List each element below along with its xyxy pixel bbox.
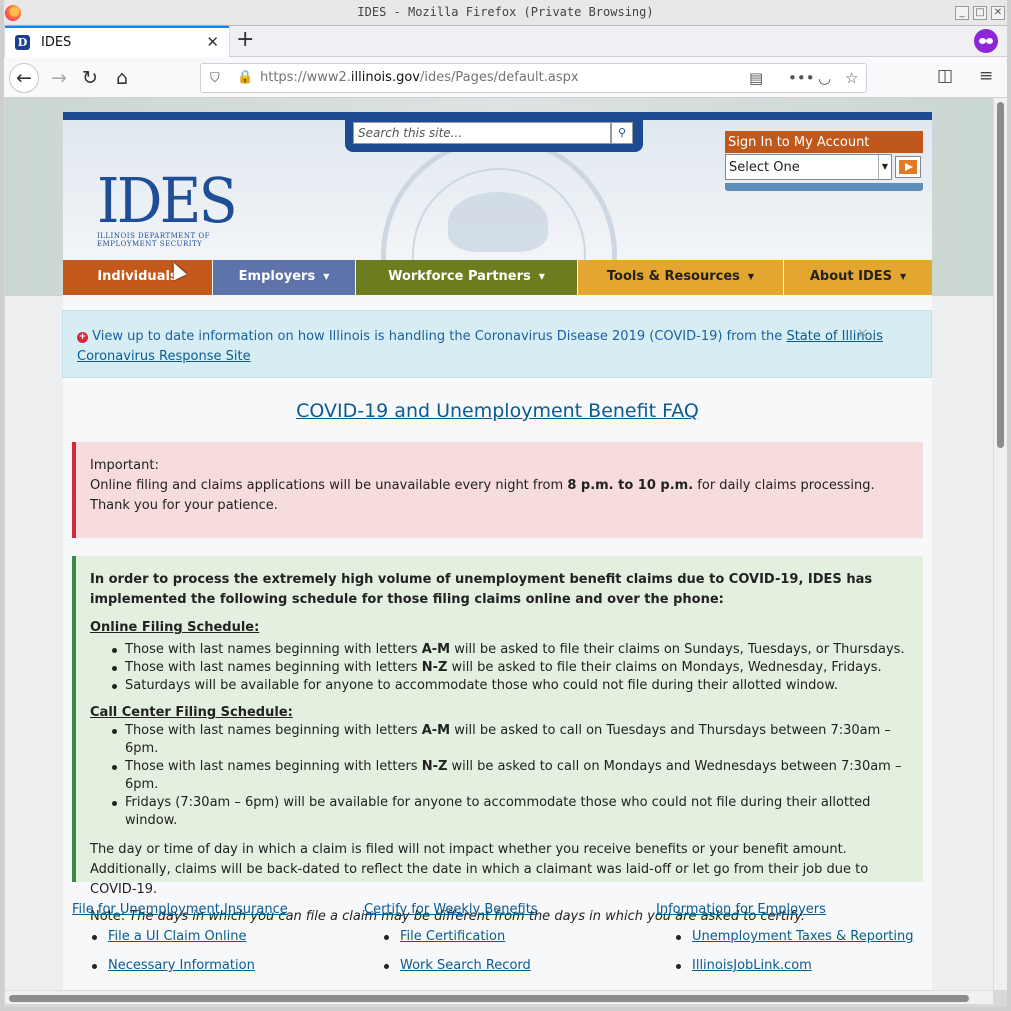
employer-information-link[interactable]: Information for Employers xyxy=(656,902,826,917)
list-item: File Certification xyxy=(384,929,644,958)
eagle-icon xyxy=(448,192,548,252)
ides-favicon-icon: D xyxy=(15,35,30,50)
faq-title-link[interactable]: COVID-19 and Unemployment Benefit FAQ xyxy=(63,400,932,422)
site-search-input[interactable]: Search this site... xyxy=(353,122,611,144)
page-actions-icon[interactable]: ••• xyxy=(788,69,815,87)
certify-weekly-benefits-link[interactable]: Certify for Weekly Benefits xyxy=(364,902,538,917)
pocket-icon[interactable]: ◡ xyxy=(818,69,831,87)
close-tab-icon[interactable]: ✕ xyxy=(206,33,219,51)
window-title: IDES - Mozilla Firefox (Private Browsing… xyxy=(357,5,654,19)
list-item: Necessary Information xyxy=(92,958,352,987)
page-viewport: Search this site... ⚲ IDES ILLINOIS DEPA… xyxy=(5,98,993,990)
list-item: Those with last names beginning with let… xyxy=(112,722,909,758)
file-certification-link[interactable]: File Certification xyxy=(400,929,505,944)
links-column-certify: Certify for Weekly Benefits File Certifi… xyxy=(364,902,644,987)
tab-strip: D IDES ✕ xyxy=(0,26,1011,57)
home-button[interactable]: ⌂ xyxy=(107,63,137,93)
list-item: Unemployment Taxes & Reporting xyxy=(676,929,936,958)
necessary-information-link[interactable]: Necessary Information xyxy=(108,958,255,973)
chevron-down-icon: ▼ xyxy=(323,272,330,281)
navigation-toolbar: ← → ↻ ⌂ ⛉ 🔒 https://www2.illinois.gov/id… xyxy=(0,57,1011,98)
chevron-down-icon: ▼ xyxy=(747,272,755,281)
chevron-down-icon: ▼ xyxy=(538,272,545,281)
window-titlebar: IDES - Mozilla Firefox (Private Browsing… xyxy=(0,0,1011,26)
filing-schedule-notice: In order to process the extremely high v… xyxy=(72,556,923,924)
online-filing-list: Those with last names beginning with let… xyxy=(112,641,909,695)
covid-alert-banner: + View up to date information on how Ill… xyxy=(62,310,932,378)
sidebar-toggle-icon[interactable]: ◫ xyxy=(937,66,953,86)
logo-subtitle-2: EMPLOYMENT SECURITY xyxy=(97,240,203,248)
minimize-window-button[interactable]: _ xyxy=(955,6,969,20)
file-ui-claim-online-link[interactable]: File a UI Claim Online xyxy=(108,929,246,944)
call-center-heading: Call Center Filing Schedule: xyxy=(90,705,293,720)
call-center-list: Those with last names beginning with let… xyxy=(112,722,909,830)
sign-in-title: Sign In to My Account xyxy=(725,131,923,153)
bookmark-star-icon[interactable]: ☆ xyxy=(845,69,858,87)
nav-employers[interactable]: Employers ▼ xyxy=(213,260,355,295)
schedule-intro: In order to process the extremely high v… xyxy=(90,572,873,607)
chevron-down-icon: ▼ xyxy=(878,155,891,179)
logo-wordmark: IDES xyxy=(97,164,238,237)
tracking-protection-shield-icon[interactable]: ⛉ xyxy=(210,71,220,86)
site-search: Search this site... ⚲ xyxy=(345,118,643,152)
reader-view-icon[interactable]: ▤ xyxy=(749,69,763,87)
sign-in-panel: Sign In to My Account Select One ▼ xyxy=(725,131,923,193)
reload-button[interactable]: ↻ xyxy=(75,63,105,93)
list-item: IllinoisJobLink.com xyxy=(676,958,936,987)
important-label: Important: xyxy=(90,458,159,473)
tab-ides[interactable]: D IDES ✕ xyxy=(5,26,229,57)
list-item: Fridays (7:30am – 6pm) will be available… xyxy=(112,794,909,830)
important-notice: Important: Online filing and claims appl… xyxy=(72,442,923,538)
url-text[interactable]: https://www2.illinois.gov/ides/Pages/def… xyxy=(260,70,579,85)
site-header: Search this site... ⚲ IDES ILLINOIS DEPA… xyxy=(63,112,932,260)
back-button[interactable]: ← xyxy=(9,63,39,93)
nav-about-ides[interactable]: About IDES ▼ xyxy=(784,260,932,295)
nav-tools-resources[interactable]: Tools & Resources ▼ xyxy=(578,260,783,295)
tab-label: IDES xyxy=(41,35,72,50)
plus-circle-icon: + xyxy=(77,332,88,343)
list-item: Those with last names beginning with let… xyxy=(112,659,909,677)
ides-logo[interactable]: IDES ILLINOIS DEPARTMENT OF EMPLOYMENT S… xyxy=(97,164,247,249)
list-item: Those with last names beginning with let… xyxy=(112,758,909,794)
list-item: Work Search Record xyxy=(384,958,644,987)
close-alert-icon[interactable]: × xyxy=(856,323,869,343)
vertical-scroll-thumb[interactable] xyxy=(997,102,1004,448)
maximize-window-button[interactable]: □ xyxy=(973,6,987,20)
horizontal-scrollbar[interactable] xyxy=(5,990,993,1004)
nav-individuals[interactable]: Individuals xyxy=(63,260,212,295)
important-text: Online filing and claims applications wi… xyxy=(90,478,875,513)
alert-message: View up to date information on how Illin… xyxy=(92,329,787,344)
sign-in-bottom-bar xyxy=(725,183,923,191)
file-for-ui-link[interactable]: File for Unemployment Insurance xyxy=(72,902,288,917)
close-window-button[interactable]: ✕ xyxy=(991,6,1005,20)
nav-workforce-partners[interactable]: Workforce Partners ▼ xyxy=(356,260,577,295)
online-filing-heading: Online Filing Schedule: xyxy=(90,620,260,635)
illinois-seal-watermark xyxy=(381,137,617,260)
unemployment-taxes-link[interactable]: Unemployment Taxes & Reporting xyxy=(692,929,913,944)
links-column-ui: File for Unemployment Insurance File a U… xyxy=(72,902,352,987)
illinois-joblink-link[interactable]: IllinoisJobLink.com xyxy=(692,958,812,973)
main-navigation: Individuals Employers ▼ Workforce Partner… xyxy=(63,260,932,295)
forward-button[interactable]: → xyxy=(44,63,74,93)
chevron-down-icon: ▼ xyxy=(900,272,907,281)
private-browsing-icon xyxy=(974,29,998,53)
list-item: Saturdays will be available for anyone t… xyxy=(112,677,909,695)
vertical-scrollbar[interactable] xyxy=(993,98,1007,990)
schedule-body-text: The day or time of day in which a claim … xyxy=(90,842,869,897)
sign-in-go-button[interactable] xyxy=(895,156,921,178)
lock-icon[interactable]: 🔒 xyxy=(237,70,253,85)
work-search-record-link[interactable]: Work Search Record xyxy=(400,958,531,973)
links-column-employers: Information for Employers Unemployment T… xyxy=(656,902,936,987)
url-bar[interactable]: ⛉ 🔒 https://www2.illinois.gov/ides/Pages… xyxy=(200,63,867,93)
new-tab-button[interactable]: + xyxy=(236,29,254,51)
menu-hamburger-icon[interactable]: ≡ xyxy=(979,66,993,86)
site-container: Search this site... ⚲ IDES ILLINOIS DEPA… xyxy=(62,112,932,990)
list-item: File a UI Claim Online xyxy=(92,929,352,958)
search-icon[interactable]: ⚲ xyxy=(611,122,633,144)
account-select[interactable]: Select One ▼ xyxy=(725,154,892,180)
list-item: Those with last names beginning with let… xyxy=(112,641,909,659)
horizontal-scroll-thumb[interactable] xyxy=(9,995,969,1002)
